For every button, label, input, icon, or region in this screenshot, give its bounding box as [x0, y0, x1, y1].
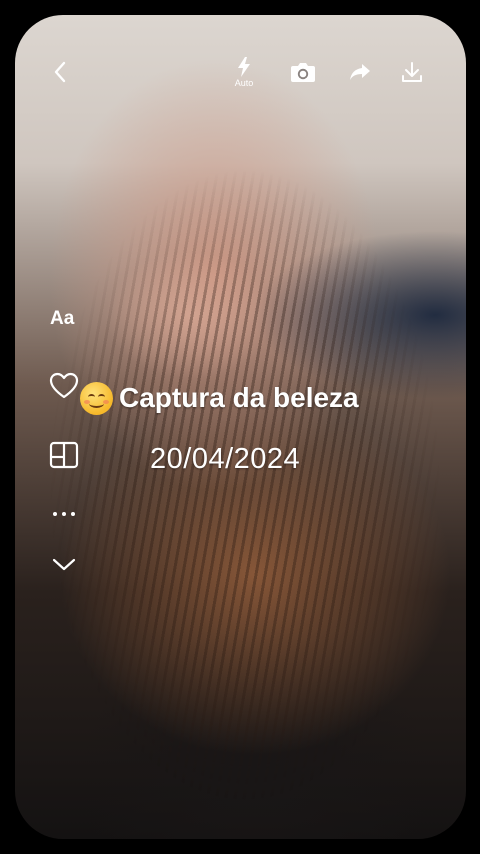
date-stamp[interactable]: 20/04/2024	[150, 443, 300, 476]
flash-mode-label: Auto	[234, 78, 254, 88]
text-style-button[interactable]: Aa	[50, 308, 74, 330]
layout-grid-icon	[49, 441, 79, 469]
layout-button[interactable]	[48, 440, 80, 470]
collapse-button[interactable]	[50, 554, 78, 576]
more-button[interactable]	[50, 504, 78, 524]
caption-text: Captura da beleza	[119, 382, 359, 413]
more-dots-icon	[53, 512, 75, 516]
camera-icon	[291, 63, 315, 82]
flash-button[interactable]	[230, 56, 258, 78]
caption-sticker[interactable]: Captura da beleza	[80, 378, 359, 418]
flash-icon	[238, 57, 250, 77]
like-button[interactable]	[48, 370, 80, 400]
download-icon	[402, 62, 422, 82]
download-button[interactable]	[398, 58, 426, 86]
heart-icon	[49, 372, 79, 398]
smiling-face-emoji-icon	[80, 381, 113, 415]
chevron-down-icon	[52, 558, 76, 571]
photo-hair-texture	[15, 15, 466, 839]
share-arrow-icon	[350, 64, 370, 80]
photo-preview[interactable]	[15, 15, 466, 839]
share-button[interactable]	[346, 58, 374, 86]
back-button[interactable]	[46, 58, 74, 86]
chevron-left-icon	[54, 61, 66, 83]
camera-button[interactable]	[288, 58, 318, 86]
